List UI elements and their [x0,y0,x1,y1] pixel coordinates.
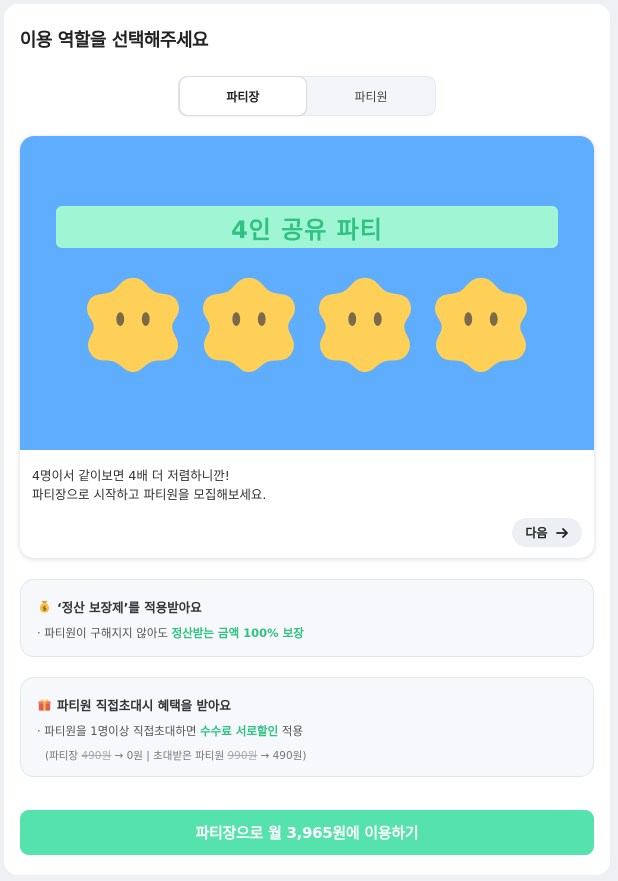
character-4-icon [434,277,528,372]
arrow-right-icon [555,527,568,538]
character-1-icon [86,277,180,372]
settlement-guarantee-title-text: ‘정산 보장제’를 적용받아요 [57,600,202,615]
card-description-line-1: 4명이서 같이보면 4배 더 저렴하니깐! [32,468,230,483]
member-old-fee: 990원 [227,750,258,762]
next-button-label: 다음 [525,526,548,540]
settlement-line-highlight: 정산받는 금액 100% 보장 [171,626,304,640]
card-description: 4명이서 같이보면 4배 더 저렴하니깐! 파티장으로 시작하고 파티원을 모집… [32,466,266,504]
invite-benefit-box: 파티원 직접초대시 혜택을 받아요 · 파티원을 1명이상 직접초대하면 수수료… [20,677,594,777]
role-info-card: 4인 공유 파티 4명이서 같이보면 4배 더 저렴하니깐! 파티장으로 시작하… [20,136,594,558]
settlement-guarantee-title: $ ‘정산 보장제’를 적용받아요 [37,597,202,616]
invite-line-prefix: · 파티원을 1명이상 직접초대하면 [37,724,201,738]
invite-benefit-title-text: 파티원 직접초대시 혜택을 받아요 [57,698,232,713]
settlement-guarantee-line: · 파티원이 구해지지 않아도 정산받는 금액 100% 보장 [37,625,304,641]
tab-party-leader[interactable]: 파티장 [179,76,307,116]
character-2-icon [202,277,296,372]
gift-icon [38,699,51,711]
banner-label: 4인 공유 파티 [231,215,383,244]
invite-fee-detail: (파티장 490원 → 0원 | 초대받은 파티원 990원 → 490원) [45,748,306,763]
fee-detail-close: → 490원) [257,750,307,762]
character-3-icon [318,277,412,372]
banner-label-box: 4인 공유 파티 [56,206,558,248]
invite-line-highlight: 수수료 서로할인 [200,724,279,738]
invite-line-suffix: 적용 [278,724,304,738]
fee-detail-mid: → 0원 | 초대받은 파티원 [111,750,228,762]
fee-detail-open: (파티장 [45,750,82,762]
role-select-sheet: 이용 역할을 선택해주세요 파티장 파티원 4인 공유 파티 4명이서 같이보면… [4,4,610,875]
leader-old-fee: 490원 [81,750,112,762]
settlement-line-prefix: · 파티원이 구해지지 않아도 [37,626,172,640]
settlement-guarantee-box: $ ‘정산 보장제’를 적용받아요 · 파티원이 구해지지 않아도 정산받는 금… [20,579,594,657]
tab-party-member[interactable]: 파티원 [307,77,435,115]
start-as-leader-button[interactable]: 파티장으로 월 3,965원에 이용하기 [20,810,594,855]
invite-benefit-title: 파티원 직접초대시 혜택을 받아요 [37,695,231,714]
svg-text:$: $ [42,605,47,613]
next-button[interactable]: 다음 [512,518,582,547]
invite-benefit-line: · 파티원을 1명이상 직접초대하면 수수료 서로할인 적용 [37,723,303,739]
page-title: 이용 역할을 선택해주세요 [20,30,209,51]
role-segmented-control: 파티장 파티원 [178,76,436,116]
banner-illustration: 4인 공유 파티 [20,136,594,450]
money-bag-icon: $ [39,600,50,613]
card-description-line-2: 파티장으로 시작하고 파티원을 모집해보세요. [32,487,267,502]
